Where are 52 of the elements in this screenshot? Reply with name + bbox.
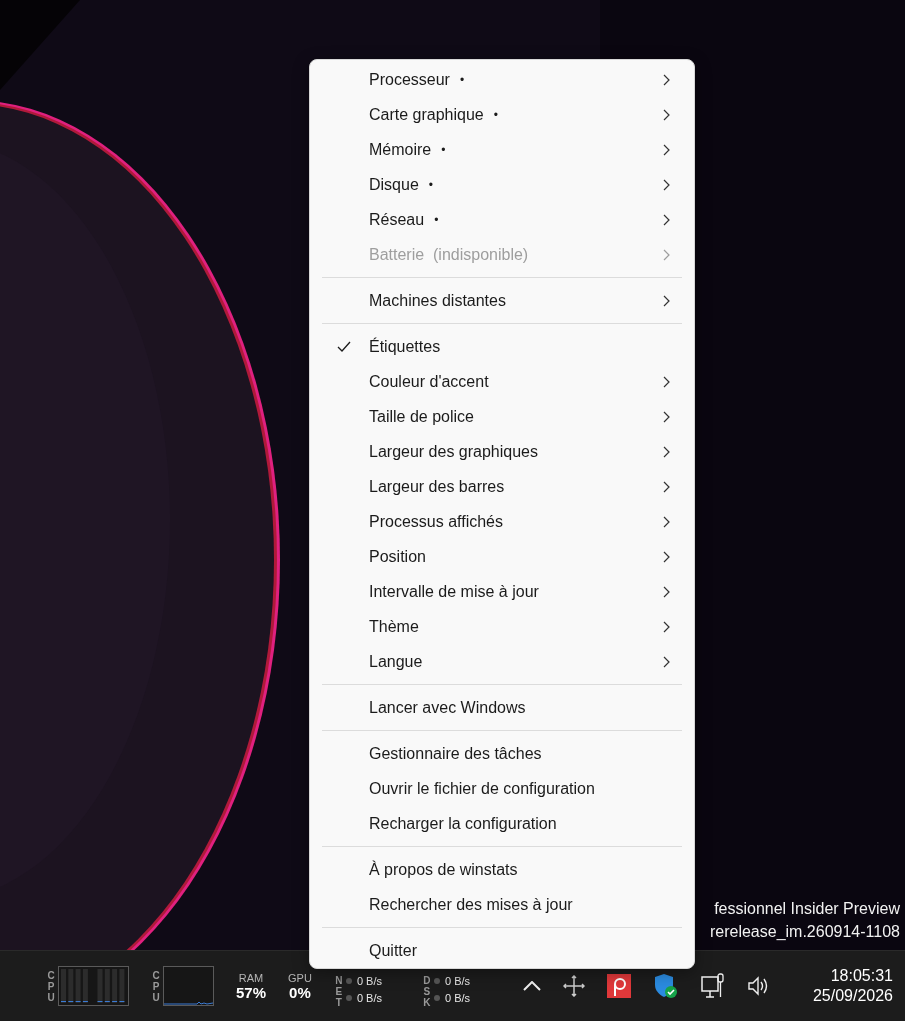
checkmark-icon (336, 341, 351, 352)
menu-item[interactable]: Processeur • (314, 62, 690, 97)
widget-label: NET (334, 973, 344, 1008)
menu-item[interactable]: Largeur des barres (314, 469, 690, 504)
network-monitor-icon[interactable] (700, 973, 725, 999)
bullet-marker: • (459, 72, 465, 87)
rate-value: 0 B/s (345, 991, 382, 1004)
menu-item[interactable]: Étiquettes (314, 329, 690, 364)
menu-item[interactable]: Rechercher des mises à jour (314, 887, 690, 922)
menu-item[interactable]: Machines distantes (314, 283, 690, 318)
clock-date: 25/09/2026 (812, 987, 893, 1005)
menu-item[interactable]: Position (314, 539, 690, 574)
menu-item[interactable]: Carte graphique • (314, 97, 690, 132)
widget-label: RAM (238, 971, 264, 984)
bullet-marker: • (441, 142, 446, 157)
app-icon[interactable] (606, 974, 631, 998)
menu-item[interactable]: Couleur d'accent (314, 364, 690, 399)
menu-item[interactable]: Mémoire • (314, 132, 690, 167)
menu-item[interactable]: Lancer avec Windows (314, 690, 690, 725)
menu-item[interactable]: Gestionnaire des tâches (314, 736, 690, 771)
widget-label: DSK (422, 973, 432, 1008)
menu-item[interactable]: Ouvrir le fichier de configuration (314, 771, 690, 806)
bullet-marker: • (493, 107, 498, 122)
desktop-watermark-text: fessionnel Insider Preview (714, 899, 900, 919)
clock-time: 18:05:31 (830, 967, 893, 985)
menu-item[interactable]: Quitter (314, 933, 690, 968)
menu-item[interactable]: Réseau • (314, 202, 690, 237)
menu-item[interactable]: À propos de winstats (314, 852, 690, 887)
widget-value: 57% (236, 983, 267, 1001)
menu-item[interactable]: Largeur des graphiques (314, 434, 690, 469)
menu-item[interactable]: Recharger la configuration (314, 806, 690, 841)
bullet-marker: • (428, 177, 433, 192)
widget-label: GPU (288, 971, 312, 984)
move-arrows-icon[interactable] (562, 975, 585, 997)
menu-item[interactable]: Taille de police (314, 399, 690, 434)
menu-item[interactable]: Processus affichés (314, 504, 690, 539)
widget-label: CPU (151, 969, 161, 1003)
shield-icon[interactable] (652, 973, 679, 999)
chevron-up-icon[interactable] (522, 981, 541, 991)
cpu-history-graph (163, 966, 214, 1006)
bullet-marker: • (434, 212, 439, 227)
rate-value: 0 B/s (433, 974, 471, 987)
menu-item[interactable]: Disque • (314, 167, 690, 202)
cpu-cores-graph (58, 966, 129, 1006)
rate-value: 0 B/s (345, 974, 382, 987)
menu-item[interactable]: Langue (314, 644, 690, 679)
menu-item[interactable]: Thème (314, 609, 690, 644)
widget-value: 0% (289, 983, 311, 1001)
widget-label: CPU (46, 969, 56, 1003)
menu-item[interactable]: Intervalle de mise à jour (314, 574, 690, 609)
rate-value: 0 B/s (433, 991, 471, 1004)
desktop-watermark-text: rerelease_im.260914-1108 (709, 922, 900, 942)
